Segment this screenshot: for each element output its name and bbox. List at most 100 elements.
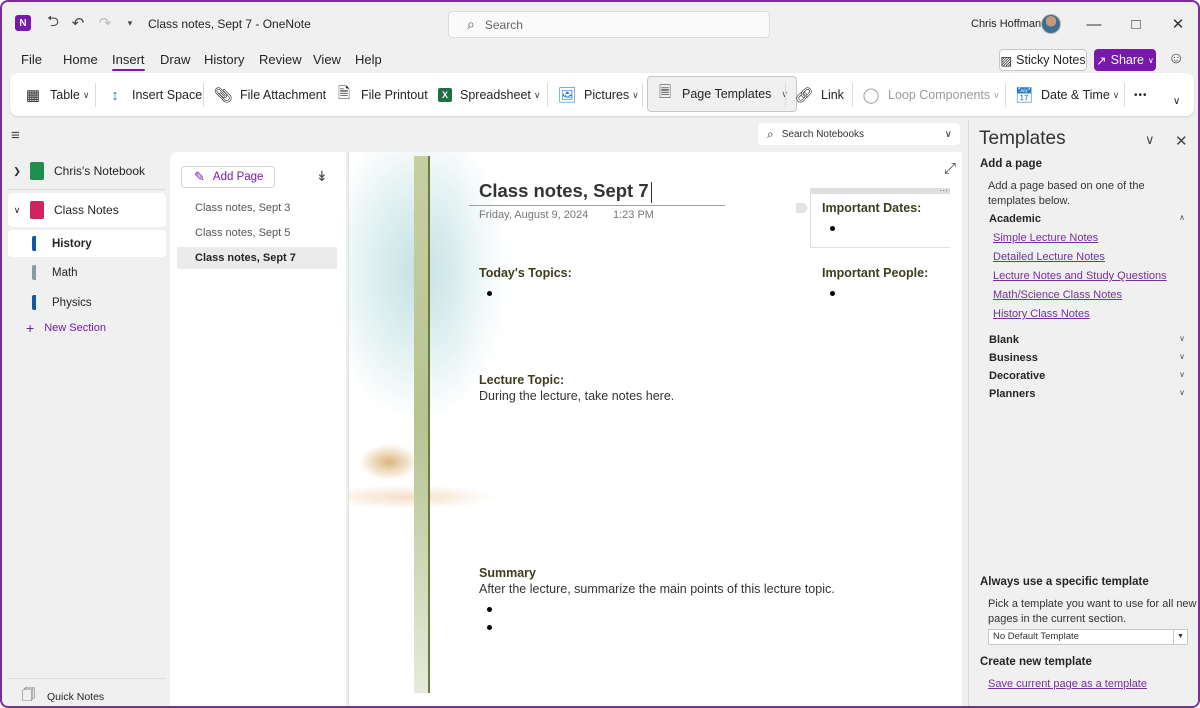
category-business[interactable]: Business ∨ (989, 352, 1185, 364)
file-attachment-label: File Attachment (240, 88, 327, 102)
more-icon[interactable]: … (939, 183, 948, 193)
page-title[interactable]: Class notes, Sept 7 (479, 180, 652, 203)
divider (203, 83, 204, 107)
summary-text[interactable]: After the lecture, summarize the main po… (479, 582, 835, 596)
tab-insert[interactable]: Insert (112, 52, 145, 71)
spreadsheet-button[interactable]: X Spreadsheet ∨ (438, 81, 540, 109)
text-cursor (650, 181, 652, 203)
undo-icon[interactable]: ↶ (69, 14, 87, 32)
template-link[interactable]: Lecture Notes and Study Questions (993, 270, 1167, 282)
close-pane-icon[interactable]: ✕ (1175, 132, 1188, 150)
add-a-page-heading: Add a page (980, 158, 1042, 170)
sticky-notes-button[interactable]: ▨ Sticky Notes (999, 49, 1087, 71)
bullet[interactable] (830, 226, 835, 231)
page-item[interactable]: Class notes, Sept 3 (177, 197, 337, 219)
default-template-select[interactable]: No Default Template ▼ (988, 629, 1188, 645)
summary-heading[interactable]: Summary (479, 566, 536, 580)
ribbon-collapse-icon[interactable]: ∨ (1173, 87, 1180, 115)
category-blank[interactable]: Blank ∨ (989, 334, 1185, 346)
template-link[interactable]: Detailed Lecture Notes (993, 251, 1105, 263)
tab-home[interactable]: Home (63, 52, 98, 67)
lecture-topic-heading[interactable]: Lecture Topic: (479, 373, 564, 387)
new-section-button[interactable]: + New Section (26, 320, 106, 336)
save-as-template-link[interactable]: Save current page as a template (988, 678, 1147, 690)
tab-file[interactable]: File (21, 52, 42, 67)
section-history[interactable]: History (8, 230, 166, 257)
search-notebooks-input[interactable]: ⌕ Search Notebooks ∨ (758, 123, 960, 145)
template-link[interactable]: History Class Notes (993, 308, 1090, 320)
bullet[interactable] (487, 607, 492, 612)
date-time-button[interactable]: 📅︎ Date & Time ∨ (1014, 81, 1119, 109)
minimize-icon[interactable]: — (1082, 12, 1106, 36)
loop-icon: ◯ (862, 87, 880, 104)
template-link[interactable]: Math/Science Class Notes (993, 289, 1122, 301)
tab-draw[interactable]: Draw (160, 52, 190, 67)
category-planners[interactable]: Planners ∨ (989, 388, 1185, 400)
template-link[interactable]: Simple Lecture Notes (993, 232, 1098, 244)
chevron-down-icon: ∨ (1179, 334, 1185, 343)
insert-space-label: Insert Space (132, 88, 203, 102)
page-item-selected[interactable]: Class notes, Sept 7 (177, 247, 337, 269)
add-page-button[interactable]: ✎ Add Page (181, 166, 275, 188)
file-printout-button[interactable]: 🗎︎ File Printout (335, 81, 428, 109)
notebook-chris-notebook[interactable]: ❯ Chris's Notebook (8, 154, 166, 188)
important-people-heading[interactable]: Important People: (822, 266, 928, 280)
bullet[interactable] (487, 291, 492, 296)
avatar[interactable] (1041, 14, 1061, 34)
tab-history[interactable]: History (204, 52, 244, 67)
redo-icon[interactable]: ↷ (96, 14, 114, 32)
page-canvas[interactable]: ⤢ Class notes, Sept 7 Friday, August 9, … (348, 152, 962, 706)
chevron-down-icon: ∨ (1179, 370, 1185, 379)
tab-help[interactable]: Help (355, 52, 382, 67)
hamburger-menu-icon[interactable]: ≡ (11, 127, 20, 144)
pane-options-icon[interactable]: ∨ (1145, 132, 1155, 148)
page-templates-button[interactable]: 🗏︎ Page Templates ∨ (647, 76, 798, 112)
lecture-topic-text[interactable]: During the lecture, take notes here. (479, 389, 674, 403)
sort-icon[interactable]: ↡ (316, 168, 328, 185)
close-icon[interactable]: ✕ (1166, 12, 1190, 36)
bullet[interactable] (830, 291, 835, 296)
page-template-icon: 🗏︎ (658, 83, 672, 101)
share-icon: ↗ (1096, 53, 1107, 68)
pictures-label: Pictures (584, 88, 630, 102)
tab-view[interactable]: View (313, 52, 341, 67)
chevron-down-icon: ∨ (1179, 352, 1185, 361)
pictures-button[interactable]: 🖼︎ Pictures ∨ (557, 81, 638, 109)
table-button[interactable]: ▦ Table ∨ (24, 81, 90, 109)
loop-components-button[interactable]: ◯ Loop Components ∨ (862, 81, 1000, 109)
notebook-class-notes[interactable]: ∨ Class Notes (8, 193, 166, 227)
link-button[interactable]: 🔗︎ Link (794, 81, 843, 109)
expand-icon[interactable]: ⤢ (944, 160, 956, 177)
note-container-handle[interactable] (796, 203, 808, 213)
share-button[interactable]: ↗ Share ∨ (1094, 49, 1156, 71)
customize-toolbar-icon[interactable]: ▾ (124, 16, 136, 30)
page-item[interactable]: Class notes, Sept 5 (177, 222, 337, 244)
section-physics[interactable]: Physics (8, 289, 166, 316)
search-input[interactable]: ⌕ Search (448, 11, 770, 38)
user-name[interactable]: Chris Hoffman (971, 18, 1041, 30)
chevron-down-icon[interactable]: ∨ (945, 129, 952, 140)
container-drag-bar[interactable] (811, 188, 950, 194)
insert-space-button[interactable]: ↕ Insert Space (106, 81, 202, 109)
category-academic[interactable]: Academic ∧ (989, 213, 1185, 225)
file-attachment-button[interactable]: 📎︎ File Attachment (213, 81, 327, 109)
page-date: Friday, August 9, 2024 (479, 209, 589, 221)
add-a-page-description: Add a page based on one of the templates… (988, 180, 1145, 207)
maximize-icon[interactable]: □ (1124, 12, 1148, 36)
important-dates-heading[interactable]: Important Dates: (822, 201, 921, 215)
section-math[interactable]: Math (8, 259, 166, 286)
feedback-icon[interactable]: ☺ (1168, 50, 1184, 68)
tab-review[interactable]: Review (259, 52, 302, 67)
category-decorative[interactable]: Decorative ∨ (989, 370, 1185, 382)
todays-topics-heading[interactable]: Today's Topics: (479, 266, 572, 280)
quick-notes-button[interactable]: 🗍︎ Quick Notes (22, 686, 104, 706)
more-options-button[interactable]: ••• (1134, 81, 1148, 109)
quick-notes-icon: 🗍︎ (22, 687, 35, 702)
category-label: Blank (989, 334, 1019, 346)
back-icon[interactable]: ⮌ (44, 13, 62, 32)
picture-icon: 🖼︎ (557, 87, 577, 104)
chevron-down-icon: ∨ (82, 89, 90, 100)
important-dates-container[interactable]: … (810, 183, 950, 248)
page-time: 1:23 PM (613, 209, 654, 221)
bullet[interactable] (487, 625, 492, 630)
